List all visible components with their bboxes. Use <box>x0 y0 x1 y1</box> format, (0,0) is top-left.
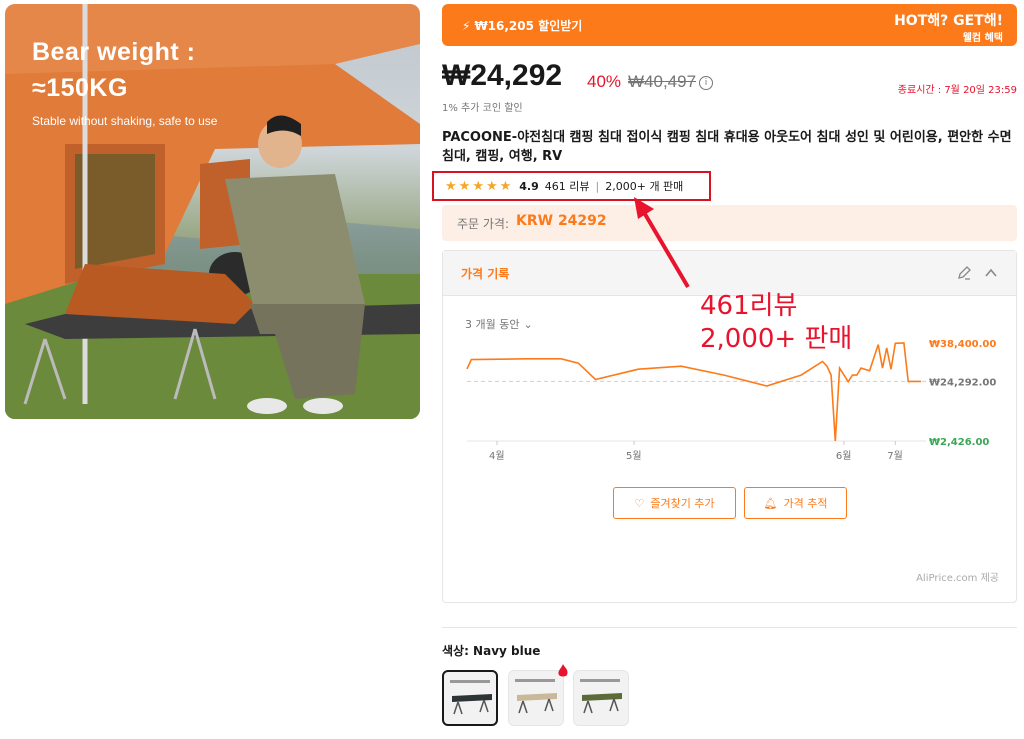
hot-flame-icon <box>558 664 568 677</box>
coin-discount-note: 1% 추가 코인 할인 <box>442 103 523 114</box>
range-dropdown[interactable]: 3 개월 동안 ⌄ <box>465 316 533 332</box>
color-selected-label: 색상: Navy blue <box>442 644 541 658</box>
current-price: ₩24,292 <box>442 59 563 92</box>
x-tick-label: 5월 <box>626 450 642 461</box>
cot-thumbnail <box>515 679 557 714</box>
rating-score: 4.9 <box>519 179 539 193</box>
chevron-up-icon[interactable] <box>983 265 999 281</box>
product-title: PACOONE-야전침대 캠핑 침대 접이식 캠핑 침대 휴대용 아웃도어 침대… <box>442 130 1012 164</box>
star-icon: ★ <box>472 178 484 194</box>
order-price-label: 주문 가격: <box>457 217 510 231</box>
info-icon[interactable]: i <box>699 76 713 90</box>
range-label: 3 개월 동안 <box>465 318 520 331</box>
star-icon: ★ <box>445 178 457 194</box>
cot-thumbnail <box>450 680 492 715</box>
bell-icon: 🔔︎ <box>763 496 778 510</box>
sold-count: 2,000+ 개 판매 <box>605 180 684 193</box>
star-rating: ★ ★ ★ ★ ★ <box>445 180 511 193</box>
color-swatch-beige[interactable] <box>508 670 564 726</box>
hero-title-line1: Bear weight : <box>32 38 196 66</box>
coupon-link[interactable]: ⚡ ₩16,205 할인받기 <box>462 17 582 34</box>
order-price-value: KRW 24292 <box>516 213 607 229</box>
promo-headline: HOT해? GET해! <box>894 13 1003 29</box>
annotation-text: 461리뷰 2,000+ 판매 <box>700 290 852 356</box>
divider: | <box>595 179 600 193</box>
annotation-line2: 2,000+ 판매 <box>700 324 853 354</box>
coupon-label: ₩16,205 할인받기 <box>474 19 583 33</box>
promo-banner[interactable]: ⚡ ₩16,205 할인받기 HOT해? GET해! 웰컴 혜택 <box>442 4 1017 46</box>
lightning-icon: ⚡ <box>462 18 471 33</box>
price-series-line <box>466 342 921 442</box>
annotation-arrow <box>634 197 690 289</box>
annotation-line1: 461리뷰 <box>700 291 798 321</box>
star-icon: ★ <box>499 178 512 194</box>
order-price-box: 주문 가격: KRW 24292 <box>442 205 1017 241</box>
pencil-icon[interactable] <box>956 265 972 281</box>
hero-title-line2: ≈150KG <box>32 74 128 102</box>
price-track-label: 가격 추적 <box>783 497 828 510</box>
y-marker-label: ₩38,400.00 <box>929 339 996 350</box>
section-divider <box>442 627 1017 628</box>
star-icon: ★ <box>485 178 498 194</box>
y-marker-label: ₩24,292.00 <box>929 377 996 388</box>
x-tick-label: 7월 <box>887 450 903 461</box>
price-track-button[interactable]: 🔔︎ 가격 추적 <box>744 487 847 519</box>
color-swatch-navy[interactable] <box>442 670 498 726</box>
star-icon: ★ <box>458 178 471 194</box>
y-marker-label: ₩2,426.00 <box>929 437 989 448</box>
x-tick-label: 6월 <box>836 450 852 461</box>
promo-sub: 웰컴 혜택 <box>962 33 1003 44</box>
original-price: ₩40,497 <box>628 72 697 91</box>
product-main-image[interactable]: Bear weight : ≈150KG Stable without shak… <box>5 4 420 419</box>
discount-percent: 40% <box>587 72 622 91</box>
price-history-title: 가격 기록 <box>461 267 510 281</box>
hero-title: Bear weight : ≈150KG <box>32 34 195 106</box>
cot-thumbnail <box>580 679 622 714</box>
hero-subtitle: Stable without shaking, safe to use <box>32 114 218 128</box>
heart-icon: ♡ <box>634 496 645 510</box>
add-favorite-label: 즐겨찾기 추가 <box>650 497 715 510</box>
sale-end-time: 종료시간 : 7월 20일 23:59 <box>897 85 1017 96</box>
aliprice-credit: AliPrice.com 제공 <box>916 573 999 584</box>
review-count-link[interactable]: 461 리뷰 <box>545 178 590 194</box>
x-tick-label: 4월 <box>489 450 505 461</box>
add-favorite-button[interactable]: ♡ 즐겨찾기 추가 <box>613 487 736 519</box>
chevron-down-icon: ⌄ <box>523 317 533 331</box>
color-swatch-green[interactable] <box>573 670 629 726</box>
